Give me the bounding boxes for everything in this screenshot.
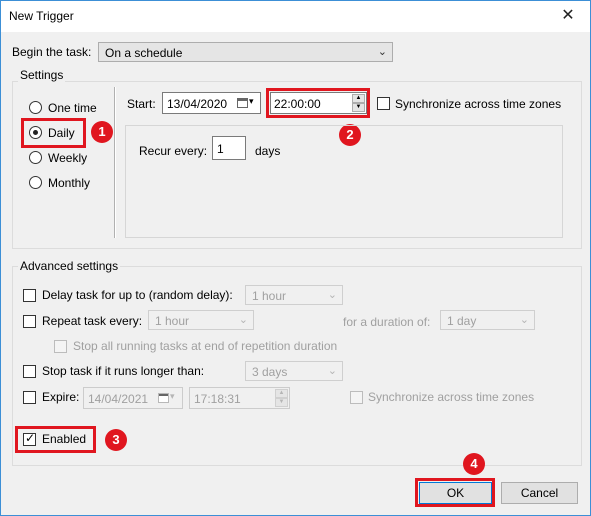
repeat-value: 1 hour	[155, 314, 190, 328]
step-badge-1: 1	[91, 121, 113, 143]
spin-up-icon[interactable]: ▲	[275, 389, 288, 398]
sync-timezones-checkbox[interactable]	[377, 97, 390, 110]
close-icon[interactable]: ✕	[546, 1, 590, 32]
highlight-enabled	[15, 426, 96, 453]
advanced-group-label: Advanced settings	[18, 259, 121, 273]
weekly-label: Weekly	[48, 151, 88, 165]
step-badge-4: 4	[463, 453, 485, 475]
begin-task-label: Begin the task:	[12, 45, 92, 59]
radio-weekly[interactable]	[29, 151, 42, 164]
recur-unit: days	[255, 144, 281, 158]
chevron-down-icon: ⌄	[327, 365, 337, 377]
stop-running-checkbox[interactable]	[54, 340, 67, 353]
radio-monthly[interactable]	[29, 176, 42, 189]
window-title: New Trigger	[9, 9, 74, 23]
vertical-divider	[114, 87, 116, 238]
spin-down-icon[interactable]: ▼	[275, 398, 288, 407]
duration-select[interactable]: 1 day ⌄	[440, 310, 535, 330]
duration-value: 1 day	[447, 314, 477, 328]
start-label: Start:	[127, 97, 156, 111]
title-bar: New Trigger ✕	[1, 1, 590, 32]
sync-timezones-label: Synchronize across time zones	[395, 97, 562, 111]
recur-value: 1	[217, 142, 224, 156]
stop-longer-checkbox[interactable]	[23, 365, 36, 378]
expire-sync-label: Synchronize across time zones	[368, 390, 535, 404]
chevron-down-icon: ▾	[170, 391, 175, 401]
expire-time-value: 17:18:31	[194, 392, 241, 406]
highlight-daily	[21, 118, 86, 148]
chevron-down-icon: ⌄	[238, 314, 248, 326]
recur-panel	[125, 125, 563, 238]
begin-task-select[interactable]: On a schedule ⌄	[98, 42, 393, 62]
new-trigger-dialog: New Trigger ✕ Begin the task: On a sched…	[0, 0, 591, 516]
recur-label: Recur every:	[139, 144, 208, 158]
begin-task-value: On a schedule	[105, 46, 183, 60]
one-time-label: One time	[48, 101, 97, 115]
delay-value: 1 hour	[252, 289, 287, 303]
delay-checkbox[interactable]	[23, 289, 36, 302]
highlight-start-time	[266, 88, 370, 118]
step-badge-3: 3	[105, 429, 127, 451]
stop-longer-label: Stop task if it runs longer than:	[42, 364, 205, 378]
expire-checkbox[interactable]	[23, 391, 36, 404]
calendar-icon	[237, 98, 248, 108]
expire-label: Expire:	[42, 390, 80, 404]
calendar-icon	[158, 393, 169, 403]
chevron-down-icon: ▾	[249, 96, 254, 106]
cancel-button[interactable]: Cancel	[501, 482, 578, 504]
chevron-down-icon: ⌄	[327, 289, 337, 301]
duration-label: for a duration of:	[343, 315, 431, 329]
recur-input[interactable]: 1	[212, 136, 246, 160]
delay-select[interactable]: 1 hour ⌄	[245, 285, 343, 305]
chevron-down-icon: ⌄	[377, 46, 387, 58]
start-date-picker[interactable]: 13/04/2020 ▾	[162, 92, 261, 114]
monthly-label: Monthly	[48, 176, 91, 190]
stop-longer-select[interactable]: 3 days ⌄	[245, 361, 343, 381]
chevron-down-icon: ⌄	[519, 314, 529, 326]
radio-one-time[interactable]	[29, 101, 42, 114]
repeat-label: Repeat task every:	[42, 314, 143, 328]
expire-date-value: 14/04/2021	[88, 392, 149, 406]
stop-running-label: Stop all running tasks at end of repetit…	[73, 339, 338, 353]
stop-longer-value: 3 days	[252, 365, 288, 379]
expire-time-input[interactable]: 17:18:31 ▲ ▼	[189, 387, 290, 409]
repeat-checkbox[interactable]	[23, 315, 36, 328]
expire-sync-checkbox[interactable]	[350, 391, 363, 404]
repeat-select[interactable]: 1 hour ⌄	[148, 310, 254, 330]
start-date-value: 13/04/2020	[167, 97, 228, 111]
highlight-ok	[415, 478, 495, 507]
delay-label: Delay task for up to (random delay):	[42, 288, 233, 302]
settings-group-label: Settings	[18, 68, 66, 82]
expire-date-picker[interactable]: 14/04/2021 ▾	[83, 387, 183, 409]
